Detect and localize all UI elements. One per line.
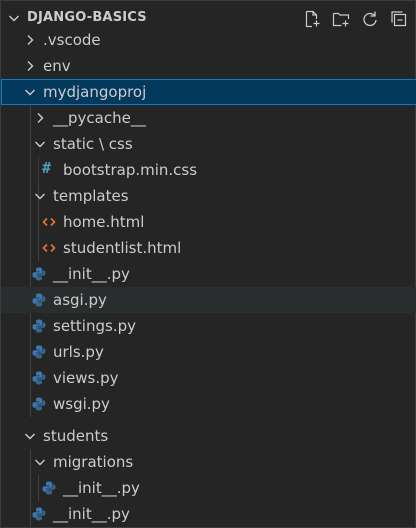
tree-item-label: views.py xyxy=(53,369,119,387)
chevron-down-icon[interactable] xyxy=(6,10,22,26)
python-file-icon xyxy=(32,397,46,411)
tree-item-label: mydjangoproj xyxy=(43,83,147,101)
chevron-right-icon xyxy=(27,61,34,71)
tree-item-label: home.html xyxy=(63,213,145,231)
refresh-icon[interactable] xyxy=(361,10,379,28)
tree-item-label: bootstrap.min.css xyxy=(63,161,198,179)
tree-item-students[interactable]: students xyxy=(1,423,416,449)
chevron-right-icon xyxy=(37,113,44,123)
python-file-icon xyxy=(32,507,46,521)
tree-item-studentlist-html[interactable]: studentlist.html xyxy=(1,235,416,261)
tree-item-label: students xyxy=(43,427,109,445)
tree-item-label: __init__.py xyxy=(63,479,140,497)
tree-item-label: asgi.py xyxy=(53,291,107,309)
html-file-icon xyxy=(42,243,56,253)
html-file-icon xyxy=(42,217,56,227)
tree-item-students-init-py[interactable]: __init__.py xyxy=(1,501,416,527)
tree-item-label: .vscode xyxy=(43,31,101,49)
tree-item-migrations[interactable]: migrations xyxy=(1,449,416,475)
new-file-icon[interactable] xyxy=(303,10,321,28)
tree-item-wsgi-py[interactable]: wsgi.py xyxy=(1,391,416,417)
python-file-icon xyxy=(32,319,46,333)
python-file-icon xyxy=(42,481,56,495)
tree-item-label: templates xyxy=(53,187,129,205)
tree-item-label: urls.py xyxy=(53,343,104,361)
explorer-header[interactable]: DJANGO-BASICS xyxy=(1,7,416,29)
tree-item-pycache[interactable]: __pycache__ xyxy=(1,105,416,131)
python-file-icon xyxy=(32,293,46,307)
tree-item-label: migrations xyxy=(53,453,134,471)
tree-item-label: settings.py xyxy=(53,317,136,335)
css-file-icon: # xyxy=(42,159,52,177)
chevron-right-icon xyxy=(27,35,34,45)
explorer-panel: DJANGO-BASICS .vscode env mydjangoproj _… xyxy=(0,0,416,528)
python-file-icon xyxy=(32,345,46,359)
collapse-all-icon[interactable] xyxy=(390,10,408,28)
python-file-icon xyxy=(32,371,46,385)
chevron-down-icon xyxy=(25,433,35,440)
tree-item-migrations-init-py[interactable]: __init__.py xyxy=(1,475,416,501)
tree-item-label: __init__.py xyxy=(53,505,130,523)
tree-item-init-py[interactable]: __init__.py xyxy=(1,261,416,287)
tree-item-label: static \ css xyxy=(53,135,133,153)
tree-item-vscode[interactable]: .vscode xyxy=(1,27,416,53)
tree-item-urls-py[interactable]: urls.py xyxy=(1,339,416,365)
chevron-down-icon xyxy=(25,89,35,96)
tree-item-label: studentlist.html xyxy=(63,239,182,257)
new-folder-icon[interactable] xyxy=(332,10,350,28)
chevron-down-icon xyxy=(35,193,45,200)
tree-item-label: __pycache__ xyxy=(53,109,146,127)
tree-item-label: env xyxy=(43,57,71,75)
tree-item-bootstrap-css[interactable]: # bootstrap.min.css xyxy=(1,157,416,183)
tree-item-settings-py[interactable]: settings.py xyxy=(1,313,416,339)
tree-item-env[interactable]: env xyxy=(1,53,416,79)
tree-item-static-css[interactable]: static \ css xyxy=(1,131,416,157)
tree-item-label: wsgi.py xyxy=(53,395,110,413)
python-file-icon xyxy=(32,267,46,281)
tree-item-label: __init__.py xyxy=(53,265,130,283)
tree-item-home-html[interactable]: home.html xyxy=(1,209,416,235)
tree-item-mydjangoproj[interactable]: mydjangoproj xyxy=(1,79,416,105)
tree-item-templates[interactable]: templates xyxy=(1,183,416,209)
chevron-down-icon xyxy=(35,141,45,148)
tree-item-asgi-py[interactable]: asgi.py xyxy=(1,287,416,313)
explorer-title: DJANGO-BASICS xyxy=(27,10,147,25)
tree-item-views-py[interactable]: views.py xyxy=(1,365,416,391)
chevron-down-icon xyxy=(35,459,45,466)
